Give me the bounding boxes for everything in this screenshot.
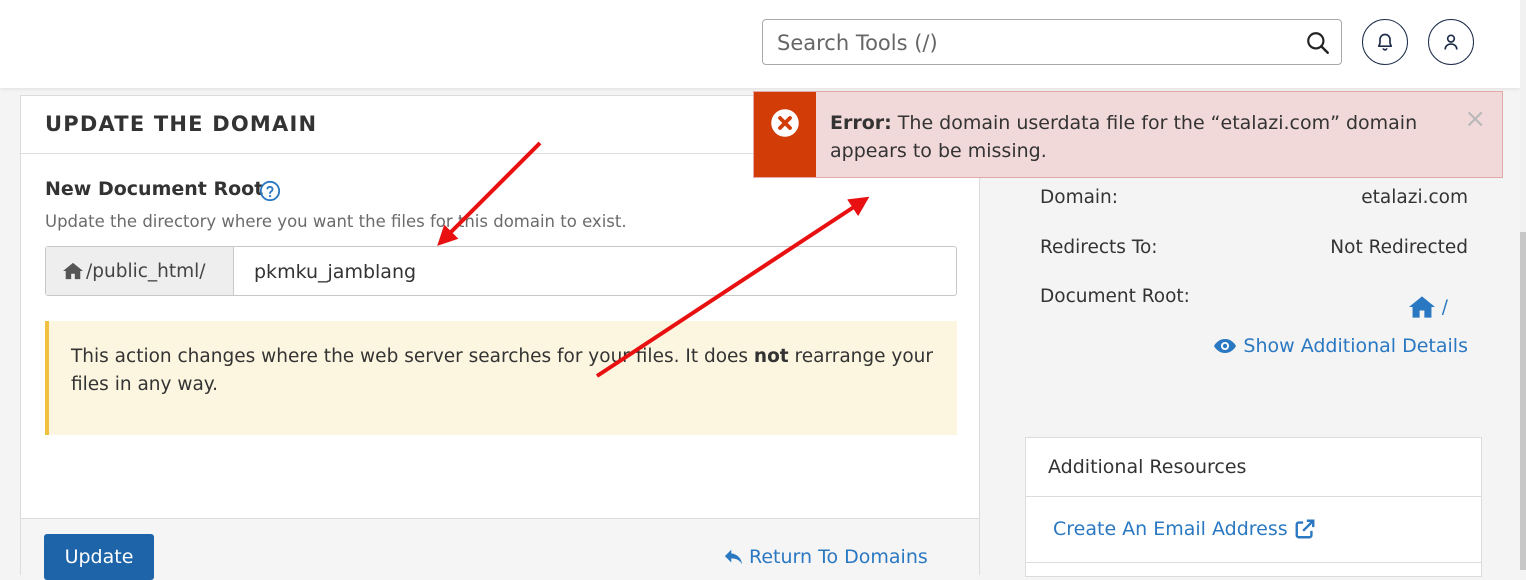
divider <box>1026 496 1481 497</box>
update-button[interactable]: Update <box>44 534 154 580</box>
warning-callout: This action changes where the web server… <box>45 321 957 435</box>
divider <box>1026 562 1481 563</box>
notifications-button[interactable] <box>1362 19 1408 65</box>
search-input[interactable] <box>775 28 1299 58</box>
additional-resources-title: Additional Resources <box>1048 456 1247 478</box>
redirects-key: Redirects To: <box>1040 237 1158 258</box>
alert-close-button[interactable]: × <box>1464 106 1486 132</box>
document-root-link[interactable]: / <box>1406 294 1448 320</box>
create-email-link[interactable]: Create An Email Address <box>1053 518 1316 540</box>
user-menu-button[interactable] <box>1428 19 1474 65</box>
document-root-label: New Document Root <box>45 178 264 200</box>
warning-bold-text: not <box>753 346 789 367</box>
show-additional-details-text: Show Additional Details <box>1243 335 1468 357</box>
alert-icon-box <box>754 92 816 177</box>
search-icon[interactable] <box>1305 30 1331 56</box>
path-prefix-addon: /public_html/ <box>46 247 234 295</box>
bell-icon <box>1377 33 1393 51</box>
domain-value: etalazi.com <box>1361 187 1468 208</box>
reply-icon <box>724 549 743 565</box>
alert-message-text: The domain userdata file for the “etalaz… <box>830 112 1418 162</box>
redirects-value: Not Redirected <box>1330 237 1468 258</box>
create-email-text: Create An Email Address <box>1053 518 1288 540</box>
eye-icon <box>1214 339 1237 353</box>
scrollbar-thumb[interactable] <box>1520 232 1526 570</box>
additional-resources-panel: Additional Resources Create An Email Add… <box>1025 437 1482 577</box>
document-root-value: / <box>1441 296 1448 318</box>
return-to-domains-link[interactable]: Return To Domains <box>723 546 928 568</box>
alert-message: Error: The domain userdata file for the … <box>830 109 1450 165</box>
alert-label: Error: <box>830 112 892 134</box>
search-box[interactable] <box>762 19 1342 65</box>
question-circle-icon[interactable] <box>259 180 281 202</box>
home-icon <box>63 262 83 280</box>
domain-key: Domain: <box>1040 187 1119 208</box>
return-to-domains-text: Return To Domains <box>749 546 928 568</box>
external-link-icon <box>1295 519 1315 539</box>
document-root-input-group: /public_html/ <box>45 246 957 296</box>
document-root-input[interactable] <box>252 255 936 289</box>
top-bar <box>0 0 1520 88</box>
times-circle-icon <box>771 109 799 137</box>
warning-text: This action changes where the web server… <box>71 346 754 367</box>
error-alert: Error: The domain userdata file for the … <box>753 91 1503 178</box>
path-prefix-text: /public_html/ <box>86 260 206 282</box>
home-icon <box>1408 296 1435 318</box>
user-icon <box>1444 34 1458 50</box>
document-root-key: Document Root: <box>1040 286 1190 307</box>
page-scrollbar[interactable] <box>1520 0 1526 570</box>
panel-title: UPDATE THE DOMAIN <box>45 112 318 136</box>
document-root-help-text: Update the directory where you want the … <box>45 212 627 231</box>
show-additional-details-link[interactable]: Show Additional Details <box>1213 335 1468 357</box>
